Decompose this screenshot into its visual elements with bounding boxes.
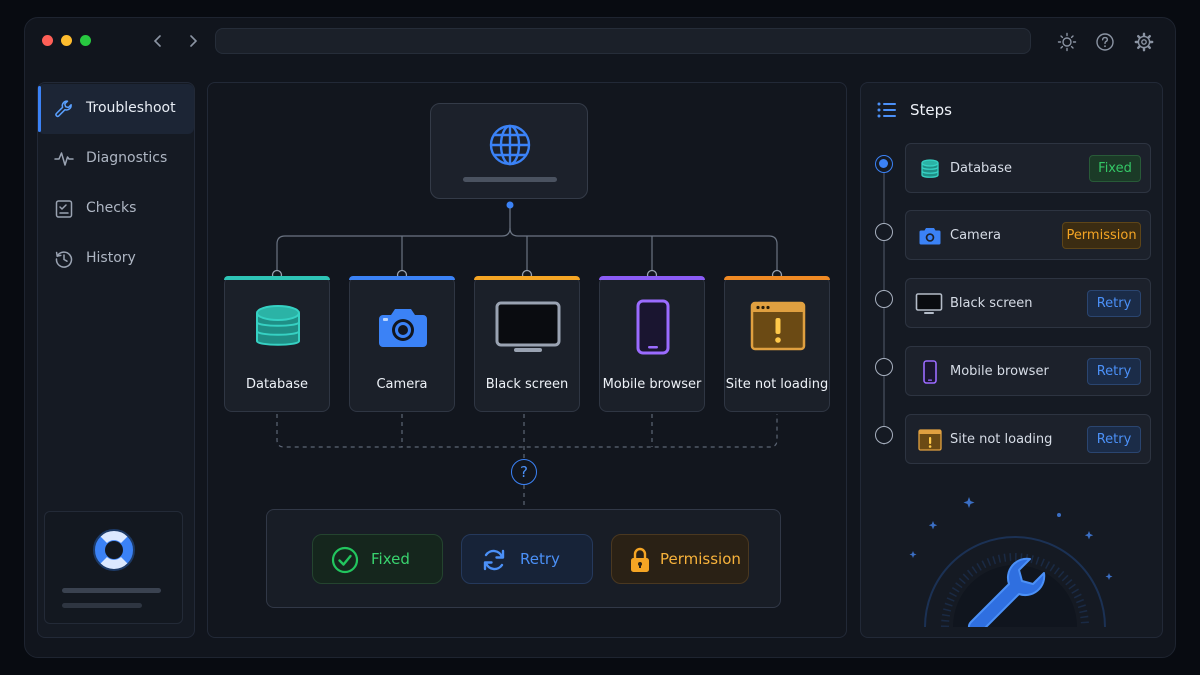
issue-card-label: Mobile browser bbox=[602, 377, 702, 392]
steps-title: Steps bbox=[910, 101, 952, 119]
sidebar: Troubleshoot Diagnostics Checks History bbox=[37, 82, 195, 638]
list-icon bbox=[877, 102, 897, 118]
sidebar-item-troubleshoot[interactable]: Troubleshoot bbox=[38, 84, 194, 134]
database-icon bbox=[250, 299, 306, 355]
issue-card-mobile-browser[interactable]: Mobile browser bbox=[599, 276, 705, 412]
settings-gear-icon[interactable] bbox=[1133, 31, 1155, 53]
history-icon bbox=[54, 249, 74, 269]
smartphone-icon bbox=[625, 299, 681, 355]
monitor-icon bbox=[494, 299, 562, 355]
camera-icon bbox=[918, 224, 942, 248]
issue-card-camera[interactable]: Camera bbox=[349, 276, 455, 412]
troubleshoot-flow-canvas: Database Camera Black screen Mobile brow… bbox=[207, 82, 847, 638]
sidebar-item-checks[interactable]: Checks bbox=[38, 184, 194, 234]
issue-card-label: Black screen bbox=[485, 377, 569, 392]
step-row-black-screen[interactable]: Black screen Retry bbox=[905, 278, 1151, 328]
address-bar[interactable] bbox=[215, 28, 1031, 54]
gauge-illustration bbox=[909, 497, 1113, 627]
browser-warning-icon bbox=[918, 428, 942, 452]
root-node-progress-bar bbox=[463, 177, 557, 182]
outcome-label: Permission bbox=[660, 550, 741, 568]
question-icon: ? bbox=[511, 459, 537, 485]
support-text-placeholder bbox=[62, 603, 142, 608]
refresh-icon bbox=[480, 546, 508, 574]
step-indicator bbox=[875, 290, 893, 308]
back-icon[interactable] bbox=[148, 31, 168, 51]
smartphone-icon bbox=[918, 360, 942, 384]
outcome-label: Retry bbox=[520, 550, 560, 568]
status-badge-fixed: Fixed bbox=[1089, 155, 1141, 182]
root-node[interactable] bbox=[430, 103, 588, 199]
retry-outcome-button[interactable]: Retry bbox=[461, 534, 593, 584]
pulse-icon bbox=[54, 149, 74, 169]
lock-icon bbox=[626, 546, 654, 574]
lifebuoy-icon bbox=[90, 526, 138, 574]
app-window: Troubleshoot Diagnostics Checks History bbox=[24, 17, 1176, 658]
support-card[interactable] bbox=[44, 511, 183, 624]
support-text-placeholder bbox=[62, 588, 161, 593]
fixed-outcome-button[interactable]: Fixed bbox=[312, 534, 443, 584]
step-row-mobile-browser[interactable]: Mobile browser Retry bbox=[905, 346, 1151, 396]
checklist-icon bbox=[54, 199, 74, 219]
status-badge-retry: Retry bbox=[1087, 358, 1141, 385]
sidebar-item-diagnostics[interactable]: Diagnostics bbox=[38, 134, 194, 184]
sidebar-item-label: History bbox=[86, 250, 136, 266]
step-label: Database bbox=[950, 161, 1013, 176]
title-bar bbox=[25, 18, 1175, 66]
browser-warning-icon bbox=[750, 299, 806, 355]
outcomes-panel: Fixed Retry Permission bbox=[266, 509, 781, 608]
camera-icon bbox=[375, 299, 431, 355]
issue-card-label: Camera bbox=[376, 377, 428, 392]
database-icon bbox=[918, 157, 942, 181]
step-label: Site not loading bbox=[950, 432, 1053, 447]
wrench-icon bbox=[54, 99, 74, 119]
status-badge-permission: Permission bbox=[1062, 222, 1141, 249]
step-indicator bbox=[875, 223, 893, 241]
step-indicator bbox=[875, 426, 893, 444]
globe-icon bbox=[488, 123, 532, 167]
permission-outcome-button[interactable]: Permission bbox=[611, 534, 749, 584]
step-row-camera[interactable]: Camera Permission bbox=[905, 210, 1151, 260]
issue-card-label: Site not loading bbox=[725, 377, 829, 392]
issue-card-black-screen[interactable]: Black screen bbox=[474, 276, 580, 412]
help-icon[interactable] bbox=[1094, 31, 1116, 53]
step-indicator-active bbox=[875, 155, 893, 173]
status-badge-retry: Retry bbox=[1087, 290, 1141, 317]
issue-card-label: Database bbox=[245, 377, 309, 392]
theme-sun-icon[interactable] bbox=[1056, 31, 1078, 53]
check-circle-icon bbox=[331, 546, 359, 574]
step-row-site-not-loading[interactable]: Site not loading Retry bbox=[905, 414, 1151, 464]
issue-card-database[interactable]: Database bbox=[224, 276, 330, 412]
status-badge-retry: Retry bbox=[1087, 426, 1141, 453]
step-indicator bbox=[875, 358, 893, 376]
sidebar-item-history[interactable]: History bbox=[38, 234, 194, 284]
forward-icon[interactable] bbox=[183, 31, 203, 51]
sidebar-item-label: Diagnostics bbox=[86, 150, 168, 166]
issue-card-site-not-loading[interactable]: Site not loading bbox=[724, 276, 830, 412]
minimize-window-button[interactable] bbox=[61, 35, 72, 46]
step-label: Black screen bbox=[950, 296, 1033, 311]
steps-panel: Steps Database Fixed Camera Permission B… bbox=[860, 82, 1163, 638]
maximize-window-button[interactable] bbox=[80, 35, 91, 46]
step-row-database[interactable]: Database Fixed bbox=[905, 143, 1151, 193]
close-window-button[interactable] bbox=[42, 35, 53, 46]
outcome-label: Fixed bbox=[371, 550, 410, 568]
step-label: Mobile browser bbox=[950, 364, 1049, 379]
step-label: Camera bbox=[950, 228, 1002, 243]
sidebar-item-label: Troubleshoot bbox=[86, 100, 176, 116]
monitor-icon bbox=[915, 292, 943, 316]
sidebar-item-label: Checks bbox=[86, 200, 137, 216]
